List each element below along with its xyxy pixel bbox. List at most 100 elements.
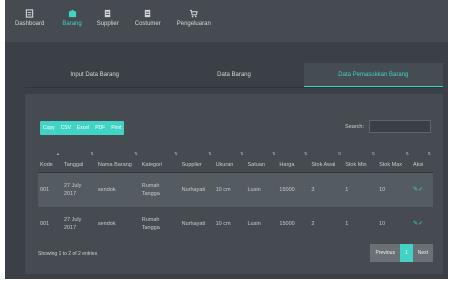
column-label: Stok Awal [311,162,336,168]
nav-label-pengeluaran: Pengeluaran [176,21,211,27]
cell-satuan: Lusin [245,172,278,207]
cell-stok-awal: 3 [309,172,344,207]
column-header-ukuran[interactable]: Ukuran ⇅ [213,144,246,173]
nav-item-pengeluaran[interactable]: Pengeluaran [177,0,211,42]
sort-icon: ⇅ [240,151,244,156]
export-button-group: Copy CSV Excel PDF Print [40,121,125,135]
csv-button[interactable]: CSV [58,121,74,135]
cell-harga: 15000 [277,172,310,207]
content-panel: Copy CSV Excel PDF Print Search: Kode ▲ T… [25,94,443,274]
nav-label-dashboard: Dashboard [15,21,45,27]
column-header-nama-barang[interactable]: Nama Barang ⇅ [95,144,140,173]
cell-nama-barang: sendok [95,207,140,241]
cell-kategori: Rumah Tangga [139,207,180,241]
cell-kategori: Rumah Tangga [139,172,180,207]
column-label: Harga [279,162,295,168]
cart-icon [190,9,199,18]
box-icon [68,9,76,18]
column-header-kode[interactable]: Kode ▲ [38,144,62,173]
column-header-satuan[interactable]: Satuan ⇅ [245,144,278,173]
cell-stok-min: 1 [343,207,378,241]
copy-button[interactable]: Copy [40,121,58,135]
nav-label-barang: Barang [62,21,82,27]
nav-label-supplier: Supplier [96,21,119,27]
cell-tanggal: 27 July 2017 [61,172,96,207]
cell-supplier: Nurhayati [179,207,214,241]
next-page-button[interactable]: Next [412,244,433,262]
tab-input-data-barang[interactable]: Input Data Barang [25,63,164,87]
pagination: Previous 1 Next [370,244,433,262]
cell-tanggal: 27 July 2017 [61,207,96,241]
cell-kode: 001 [38,207,62,241]
sort-icon: ⇅ [337,151,342,156]
cell-stok-max: 10 [377,207,411,241]
nav-item-supplier[interactable]: Supplier [97,0,119,42]
table-info-text: Showing 1 to 2 of 2 entries [38,251,98,257]
nav-label-costumer: Costumer [134,21,161,27]
column-label: Satuan [247,162,265,168]
cell-ukuran: 10 cm [213,207,246,241]
sort-icon: ⇅ [272,151,276,156]
top-navigation: Dashboard Barang Supplier Costumer Penge… [5,0,448,42]
edit-action-icon[interactable]: ✎✓ [410,207,433,241]
nav-item-costumer[interactable]: Costumer [135,0,161,42]
edit-action-icon[interactable]: ✎✓ [410,172,433,207]
column-header-tanggal[interactable]: Tanggal ⇅ [61,144,96,173]
cell-supplier: Nurhayati [179,172,214,207]
nav-item-barang[interactable]: Barang [62,0,82,42]
tab-bar: Input Data Barang Data Barang Data Pemas… [25,63,443,88]
app-window: Dashboard Barang Supplier Costumer Penge… [5,0,448,279]
tab-data-pemasukkan-barang[interactable]: Data Pemasukkan Barang [303,63,443,87]
search-input[interactable] [369,120,431,133]
column-label: Kode [40,162,53,168]
cell-kode: 001 [38,172,62,207]
search-label: Search: [345,123,364,130]
column-header-stok-awal[interactable]: Stok Awal ⇅ [309,144,344,173]
column-header-harga[interactable]: Harga ⇅ [277,144,310,173]
column-label: Supplier [181,162,202,168]
column-label: Stok Max [379,162,403,168]
sort-icon: ⇅ [371,151,376,156]
page-1-button[interactable]: 1 [399,244,413,262]
cell-stok-min: 1 [343,172,378,207]
table-row: 001 27 July 2017 sendok Rumah Tangga Nur… [38,172,433,207]
column-header-stok-max[interactable]: Stok Max ⇅ [377,144,411,173]
column-header-aksi[interactable]: Aksi ⇅ [410,144,433,173]
column-label: Tanggal [63,162,84,168]
cell-stok-awal: 2 [309,207,344,241]
cell-ukuran: 10 cm [213,172,246,207]
previous-page-button[interactable]: Previous [370,244,400,262]
column-header-stok-min[interactable]: Stok Min ⇅ [343,144,378,173]
sort-icon: ⇅ [134,151,138,156]
table-row: 001 27 July 2017 sendok Rumah Tangga Nur… [38,207,433,241]
column-header-kategori[interactable]: Kategori ⇅ [139,144,180,173]
sort-icon: ⇅ [427,151,431,156]
sort-icon: ⇅ [174,151,178,156]
table-header-row: Kode ▲ Tanggal ⇅ Nama Barang ⇅ Kategori ⇅ Su… [38,144,433,173]
cell-satuan: Lusin [245,207,278,241]
column-label: Nama Barang [97,162,132,168]
column-label: Stok Min [345,162,367,168]
dashboard-icon [25,9,34,18]
cell-harga: 15000 [277,207,310,241]
sort-icon: ⇅ [208,151,212,156]
column-header-supplier[interactable]: Supplier ⇅ [179,144,214,173]
supplier-icon [105,9,111,18]
costumer-icon [145,9,151,18]
print-button[interactable]: Print [108,121,124,135]
tab-data-barang[interactable]: Data Barang [164,63,303,87]
sort-icon: ⇅ [90,151,94,156]
excel-button[interactable]: Excel [74,121,92,135]
cell-stok-max: 10 [377,172,411,207]
data-table: Kode ▲ Tanggal ⇅ Nama Barang ⇅ Kategori ⇅ Su… [38,144,433,241]
cell-nama-barang: sendok [95,172,140,207]
sort-icon: ▲ [55,151,60,156]
column-label: Ukuran [215,162,234,168]
nav-item-dashboard[interactable]: Dashboard [15,0,44,42]
search-box: Search: [345,120,431,133]
column-label: Kategori [141,162,163,168]
pdf-button[interactable]: PDF [92,121,108,135]
column-label: Aksi [412,162,424,168]
sort-icon: ⇅ [303,151,308,156]
sort-icon: ⇅ [405,151,409,156]
